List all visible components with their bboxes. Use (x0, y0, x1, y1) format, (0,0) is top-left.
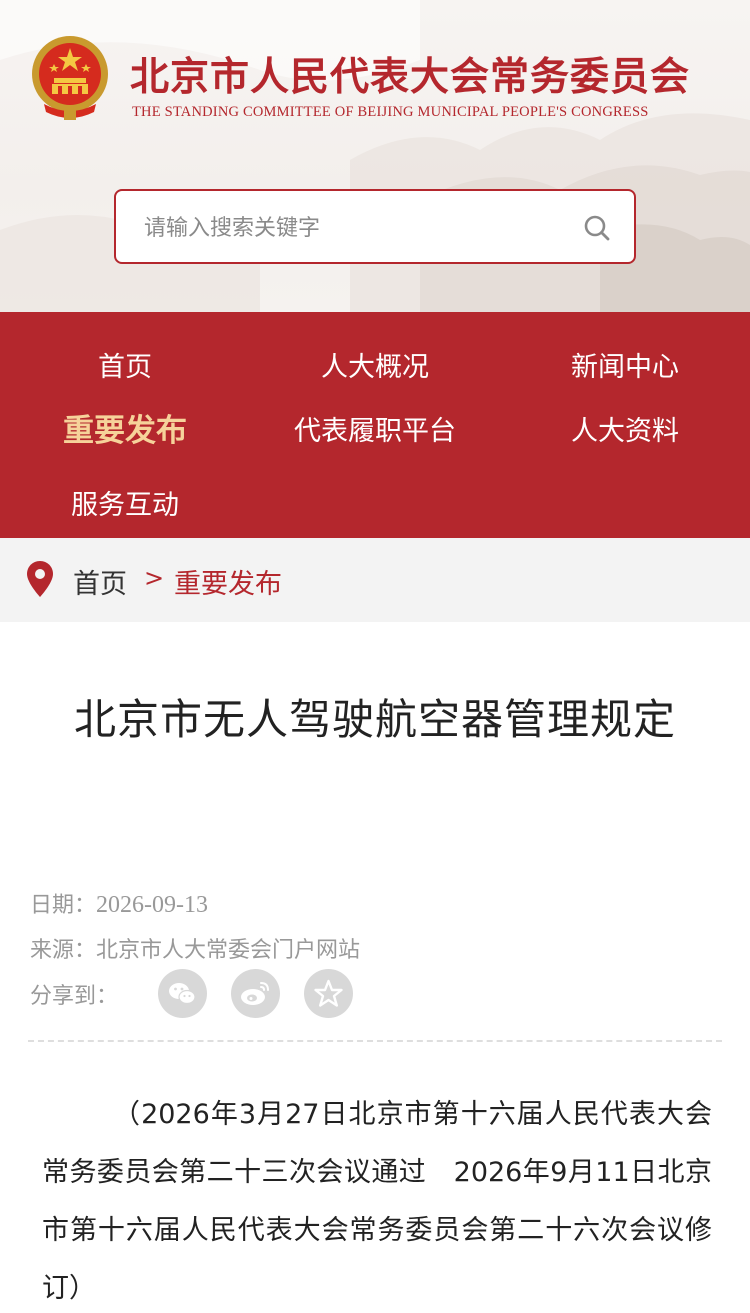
nav-item-deputies-platform[interactable]: 代表履职平台 (250, 409, 500, 448)
nav-item-services[interactable]: 服务互动 (0, 483, 250, 522)
nav-item-materials[interactable]: 人大资料 (500, 409, 750, 448)
wechat-icon (169, 983, 196, 1005)
date-label: 日期： (30, 893, 97, 918)
date-value: 2026-09-13 (96, 892, 208, 918)
source-label: 来源： (30, 938, 97, 963)
national-emblem-icon (32, 36, 108, 120)
search-input[interactable] (144, 211, 564, 245)
site-subtitle: THE STANDING COMMITTEE OF BEIJING MUNICI… (132, 104, 649, 120)
article-source: 来源：北京市人大常委会门户网站 (30, 932, 360, 964)
share-wechat-button[interactable] (158, 969, 207, 1018)
breadcrumb: 首页 > 重要发布 (0, 538, 750, 622)
breadcrumb-home[interactable]: 首页 (73, 562, 127, 601)
article-date: 日期：2026-09-13 (30, 887, 208, 919)
location-pin-icon (27, 561, 53, 597)
breadcrumb-separator: > (144, 564, 165, 592)
site-title[interactable]: 北京市人民代表大会常务委员会 (130, 46, 730, 102)
search-icon[interactable] (582, 213, 612, 243)
article-note: （2026年3月27日北京市第十六届人民代表大会常务委员会第二十三次会议通过 2… (42, 1086, 712, 1313)
divider (28, 1040, 722, 1042)
nav-item-about[interactable]: 人大概况 (250, 345, 500, 384)
favorite-star-icon (314, 979, 343, 1007)
breadcrumb-current[interactable]: 重要发布 (174, 562, 282, 601)
weibo-icon (241, 982, 269, 1005)
nav-item-news[interactable]: 新闻中心 (500, 345, 750, 384)
nav-item-home[interactable]: 首页 (0, 345, 250, 384)
source-value: 北京市人大常委会门户网站 (96, 938, 361, 963)
share-label: 分享到： (30, 984, 119, 1009)
share-weibo-button[interactable] (231, 969, 280, 1018)
main-navigation: 首页 人大概况 新闻中心 重要发布 代表履职平台 人大资料 服务互动 (0, 312, 750, 538)
share-favorite-button[interactable] (304, 969, 353, 1018)
article-title: 北京市无人驾驶航空器管理规定 (73, 695, 676, 744)
site-header: 北京市人民代表大会常务委员会 THE STANDING COMMITTEE OF… (0, 0, 750, 312)
note-text: （2026年3月27日北京市第十六届人民代表大会常务委员会第二十三次会议通过 2… (42, 1099, 712, 1304)
nav-item-releases[interactable]: 重要发布 (0, 405, 250, 450)
search-box (114, 189, 636, 264)
